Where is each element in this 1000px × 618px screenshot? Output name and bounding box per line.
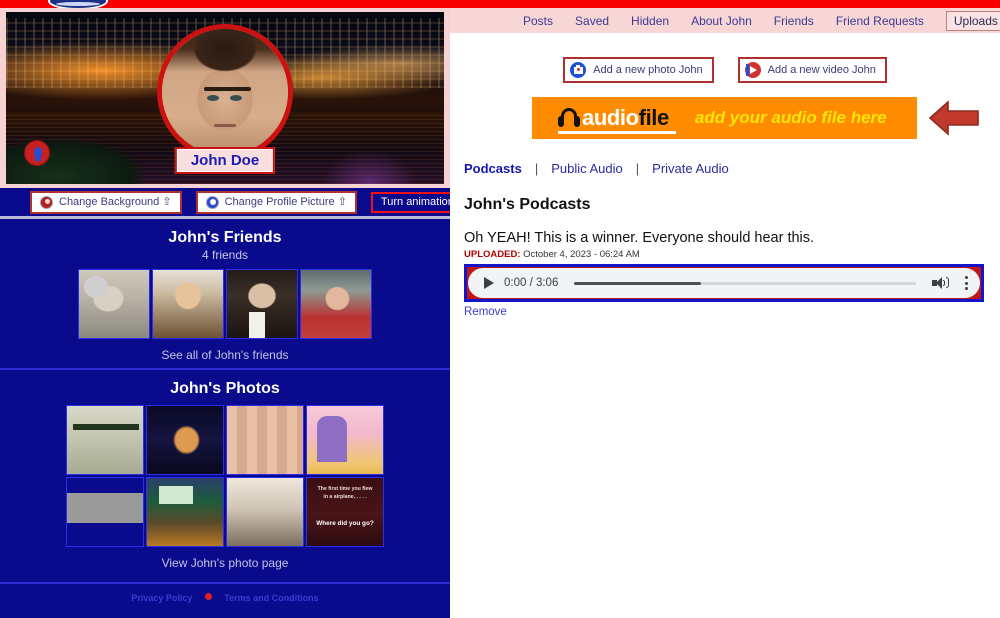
tab-podcasts[interactable]: Podcasts <box>464 161 522 176</box>
nav-item-posts[interactable]: Posts <box>523 14 553 28</box>
audiofile-brand-b: file <box>638 105 670 130</box>
avatar[interactable] <box>157 24 293 160</box>
audiofile-banner[interactable]: audiofile add your audio file here <box>532 97 917 139</box>
nav-item-friend-requests[interactable]: Friend Requests <box>836 14 924 28</box>
sidebar-footer: Privacy Policy Terms and Conditions <box>0 584 450 606</box>
audio-progress-fill <box>574 281 701 285</box>
pointing-arrow-icon <box>928 99 986 137</box>
friends-count: 4 friends <box>201 248 249 262</box>
photo-caption-bottom: Where did you go? <box>316 520 374 527</box>
tab-public-audio[interactable]: Public Audio <box>551 161 623 176</box>
photos-title: John's Photos <box>170 380 280 397</box>
more-options-icon[interactable] <box>965 276 968 290</box>
add-video-label: Add a new video John <box>767 64 876 76</box>
audio-time-display: 0:00 / 3:06 <box>504 277 559 289</box>
remove-link[interactable]: Remove <box>464 306 507 318</box>
audiofile-brand-a: audio <box>582 105 639 130</box>
avatar-eye-left <box>207 94 220 101</box>
tab-separator: | <box>635 161 640 176</box>
change-background-button[interactable]: Change Background ⇧ <box>30 190 182 214</box>
main-content: Posts Saved Hidden About John Friends Fr… <box>450 8 1000 618</box>
nav-item-friends[interactable]: Friends <box>774 14 814 28</box>
change-profile-picture-button[interactable]: Change Profile Picture ⇧ <box>195 190 357 214</box>
uploads-label: Uploads <box>953 13 998 28</box>
video-icon <box>744 62 761 78</box>
add-video-button[interactable]: Add a new video John <box>737 57 887 83</box>
top-red-bar <box>0 0 1000 8</box>
avatar-eye-right <box>230 94 243 101</box>
avatar-face <box>162 29 288 155</box>
audio-tabs: Podcasts | Public Audio | Private Audio <box>464 161 1000 176</box>
friends-thumbnails <box>0 269 450 339</box>
avatar-brow-right <box>228 86 251 91</box>
photo-caption-line1: The first time you flew <box>317 486 373 492</box>
background-icon <box>40 195 53 209</box>
change-background-label: Change Background ⇧ <box>59 195 172 208</box>
photo-caption-line2: in a airplane, . . . . <box>323 493 367 500</box>
avatar-mouth <box>213 123 236 127</box>
friends-title: John's Friends <box>168 229 282 246</box>
add-photo-button[interactable]: Add a new photo John <box>563 57 714 83</box>
photo-thumbnail[interactable] <box>226 477 304 547</box>
profile-nav: Posts Saved Hidden About John Friends Fr… <box>450 8 1000 33</box>
nav-item-hidden[interactable]: Hidden <box>631 14 669 28</box>
photo-caption-top: The first time you flew in a airplane, .… <box>307 486 383 502</box>
audiofile-wordmark: audiofile <box>582 105 669 131</box>
photo-thumbnail[interactable] <box>226 405 304 475</box>
cover-photo[interactable]: John Doe <box>6 12 444 184</box>
lightbulb-icon[interactable] <box>24 140 50 166</box>
audio-player[interactable]: 0:00 / 3:06 <box>464 264 984 302</box>
cover-glow <box>312 124 427 184</box>
profile-sidebar: John Doe Change Background ⇧ Change Prof… <box>0 8 502 618</box>
tab-private-audio[interactable]: Private Audio <box>652 161 729 176</box>
view-photo-page-link[interactable]: View John's photo page <box>0 556 450 570</box>
audiofile-cta: add your audio file here <box>694 108 887 127</box>
photos-row-1 <box>0 405 450 475</box>
add-media-row: Add a new photo John Add a new video Joh… <box>450 57 1000 83</box>
friends-section: John's Friends 4 friends See all of John… <box>0 219 450 368</box>
uploaded-value: October 4, 2023 - 06:24 AM <box>523 249 640 260</box>
friend-thumbnail[interactable] <box>78 269 150 339</box>
uploaded-label: UPLOADED: <box>464 249 521 260</box>
profile-picture-icon <box>205 195 219 209</box>
photos-section: John's Photos The first time you flew in… <box>0 370 450 576</box>
profile-name: John Doe <box>174 147 276 174</box>
friend-thumbnail[interactable] <box>152 269 224 339</box>
photos-row-2: The first time you flew in a airplane, .… <box>0 477 450 547</box>
photo-thumbnail[interactable] <box>146 477 224 547</box>
photo-thumbnail[interactable] <box>306 405 384 475</box>
photo-thumbnail[interactable] <box>66 405 144 475</box>
add-photo-label: Add a new photo John <box>593 64 703 76</box>
friend-thumbnail[interactable] <box>226 269 298 339</box>
photo-thumbnail[interactable] <box>66 477 144 547</box>
podcast-uploaded: UPLOADED: October 4, 2023 - 06:24 AM <box>464 249 1000 260</box>
see-all-friends-link[interactable]: See all of John's friends <box>0 348 450 362</box>
page-root: John Doe Change Background ⇧ Change Prof… <box>0 0 1000 618</box>
camera-icon <box>570 62 587 78</box>
profile-action-buttons: Change Background ⇧ Change Profile Pictu… <box>0 188 502 216</box>
volume-icon[interactable] <box>932 276 949 290</box>
cover-photo-area: John Doe <box>0 8 450 188</box>
photo-thumbnail[interactable]: The first time you flew in a airplane, .… <box>306 477 384 547</box>
audiofile-logo: audiofile <box>558 105 669 131</box>
audio-player-controls: 0:00 / 3:06 <box>468 268 980 298</box>
nav-item-saved[interactable]: Saved <box>575 14 609 28</box>
headphones-icon <box>558 108 580 128</box>
photo-thumbnail[interactable] <box>146 405 224 475</box>
change-profile-picture-label: Change Profile Picture ⇧ <box>224 195 347 208</box>
audio-banner-area: audiofile add your audio file here <box>450 97 1000 143</box>
nav-item-about-john[interactable]: About John <box>691 14 752 28</box>
privacy-policy-link[interactable]: Privacy Policy <box>131 593 192 603</box>
terms-link[interactable]: Terms and Conditions <box>224 593 318 603</box>
audio-progress-slider[interactable] <box>574 281 916 285</box>
tab-separator: | <box>534 161 539 176</box>
play-icon[interactable] <box>484 277 494 289</box>
friend-thumbnail[interactable] <box>300 269 372 339</box>
uploads-dropdown[interactable]: Uploads ▼ <box>945 10 1000 31</box>
audiofile-underline <box>558 131 676 134</box>
footer-bullet-icon <box>204 593 212 601</box>
podcasts-heading: John's Podcasts <box>464 196 591 213</box>
podcast-description: Oh YEAH! This is a winner. Everyone shou… <box>464 230 815 246</box>
